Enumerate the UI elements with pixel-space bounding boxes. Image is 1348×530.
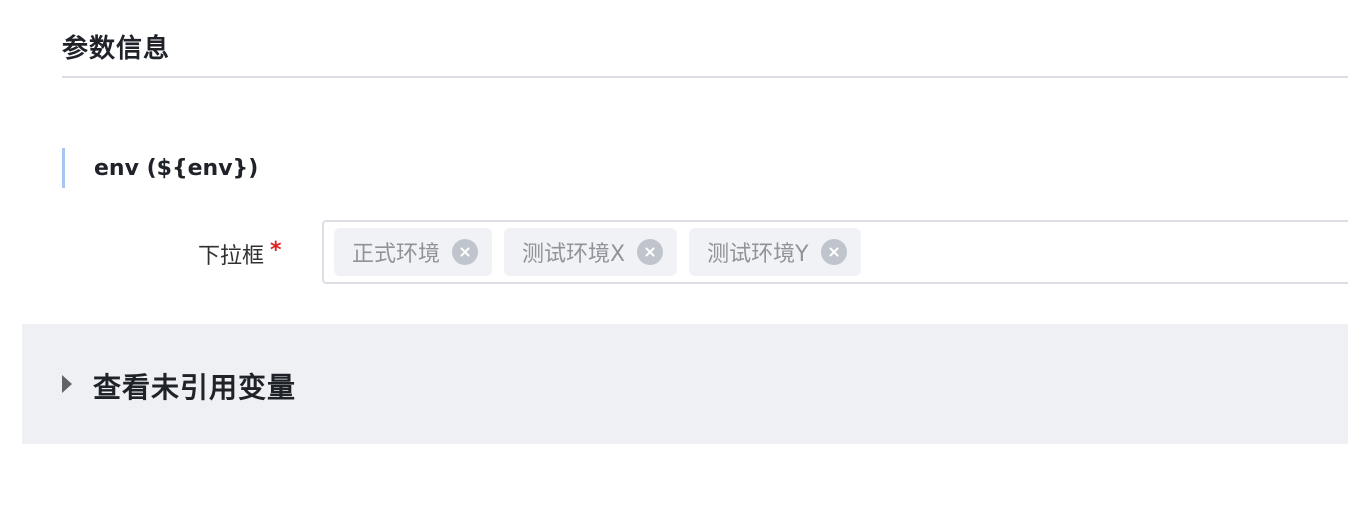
section-header: 参数信息 bbox=[62, 18, 1348, 78]
selected-tag: 测试环境Y bbox=[689, 228, 861, 276]
param-accent-bar bbox=[62, 148, 65, 188]
section-title: 参数信息 bbox=[62, 34, 171, 64]
param-group: env (${env}) bbox=[62, 148, 1348, 188]
caret-right-icon[interactable] bbox=[62, 375, 72, 393]
unreferenced-variables-panel[interactable]: 查看未引用变量 bbox=[22, 324, 1348, 444]
close-circle-icon[interactable] bbox=[820, 239, 847, 265]
multi-select-dropdown[interactable]: 正式环境 测试环境X 测试环境Y bbox=[322, 220, 1348, 284]
close-circle-icon[interactable] bbox=[452, 239, 479, 265]
tag-label: 正式环境 bbox=[352, 242, 441, 267]
selected-tags: 正式环境 测试环境X 测试环境Y bbox=[334, 228, 861, 276]
param-name: env (${env}) bbox=[94, 156, 259, 181]
tag-label: 测试环境X bbox=[522, 242, 626, 267]
tag-label: 测试环境Y bbox=[707, 242, 809, 267]
page: 参数信息 env (${env}) 下拉框 * 正式环境 测试环境X 测试环境Y bbox=[0, 0, 1348, 530]
required-mark: * bbox=[270, 238, 282, 263]
dropdown-label: 下拉框 bbox=[197, 244, 264, 269]
close-circle-icon[interactable] bbox=[637, 239, 664, 265]
selected-tag: 正式环境 bbox=[334, 228, 493, 276]
form-row-dropdown: 下拉框 * 正式环境 测试环境X 测试环境Y bbox=[0, 220, 1348, 284]
collapse-title[interactable]: 查看未引用变量 bbox=[93, 366, 296, 406]
selected-tag: 测试环境X bbox=[504, 228, 678, 276]
